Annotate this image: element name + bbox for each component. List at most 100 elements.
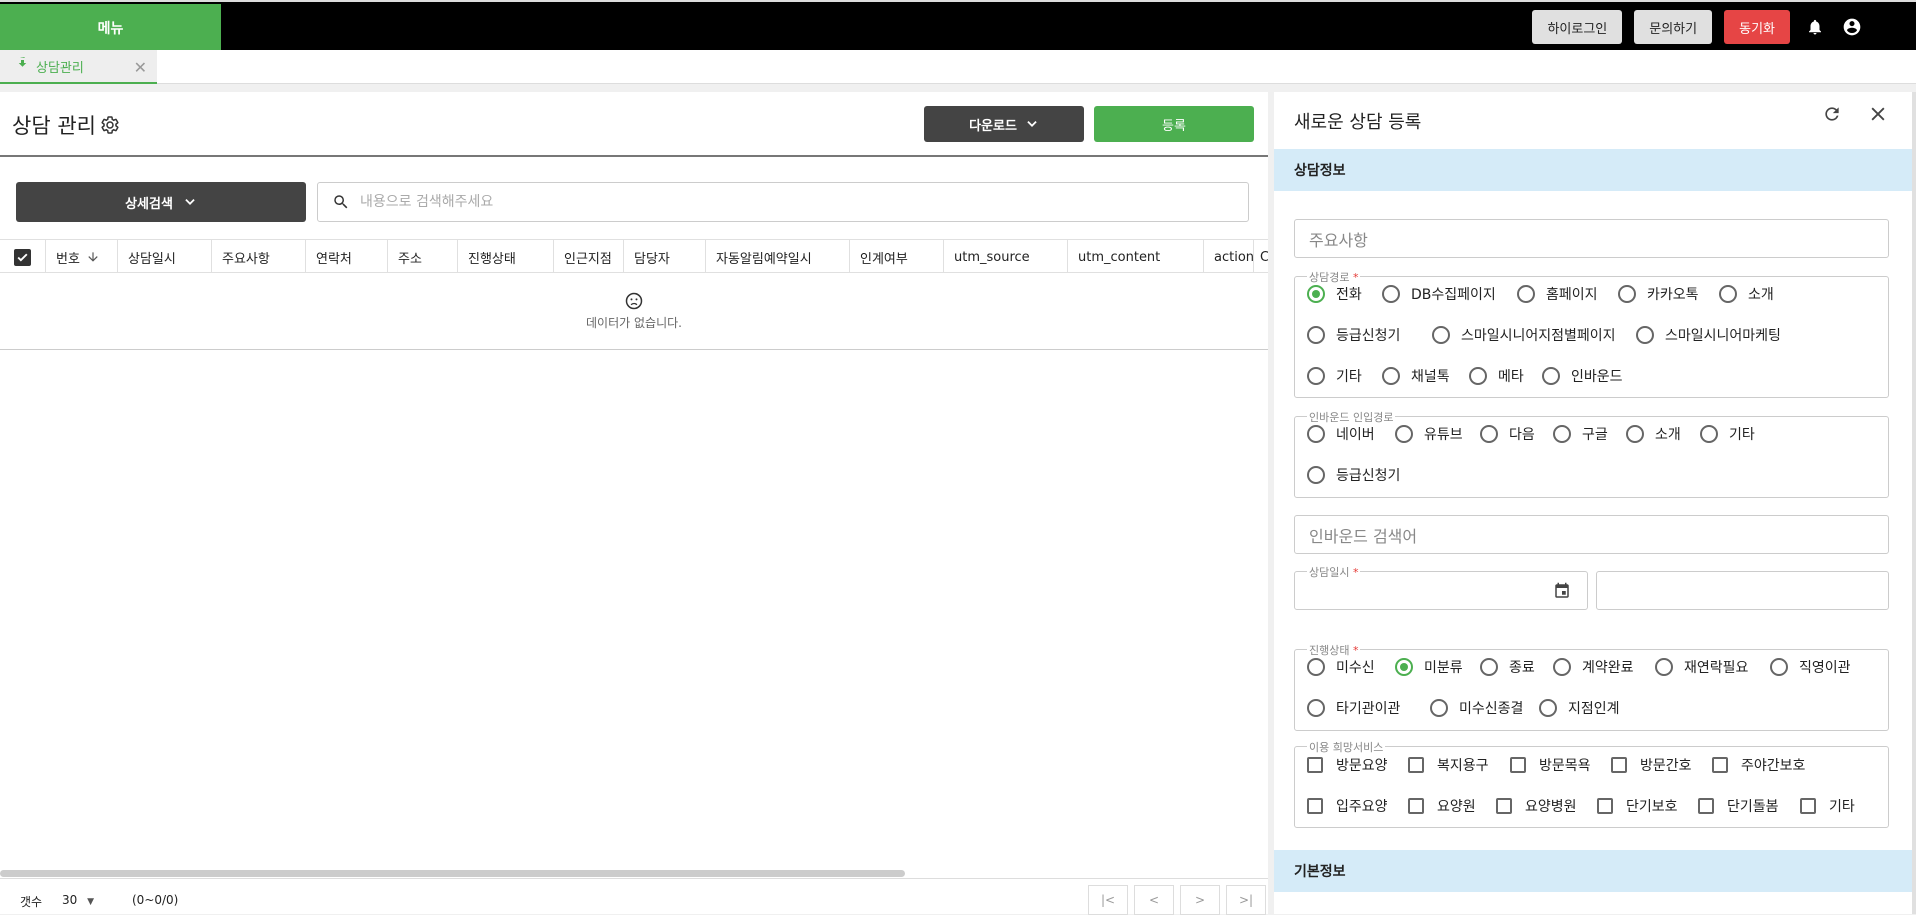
consultation-time-field[interactable] [1596, 571, 1889, 610]
table-footer: 갯수 30 ▼ (0~0/0) |< < > >| [0, 878, 1268, 915]
radio-option[interactable]: 전화 [1307, 284, 1362, 304]
horizontal-scrollbar[interactable] [0, 870, 905, 877]
column-header[interactable]: 담당자 [624, 240, 706, 272]
radio-option[interactable]: 미분류 [1395, 657, 1463, 677]
page-size-select[interactable]: 30 ▼ [62, 893, 94, 907]
radio-unchecked [1553, 425, 1571, 443]
radio-option[interactable]: 채널톡 [1382, 366, 1450, 386]
column-header[interactable]: 진행상태 [458, 240, 554, 272]
checkbox-label: 기타 [1829, 799, 1855, 815]
main-issue-field[interactable]: 주요사항 [1294, 219, 1889, 258]
tab-bar: 상담관리 ✕ [0, 50, 1916, 84]
menu-button[interactable]: 메뉴 [0, 4, 221, 52]
settings-gear-icon[interactable] [100, 115, 120, 135]
column-header-number[interactable]: 번호 [46, 240, 118, 272]
next-page-button[interactable]: > [1180, 885, 1220, 915]
radio-option[interactable]: 지점인계 [1539, 698, 1620, 718]
radio-option[interactable]: 소개 [1719, 284, 1774, 304]
tab-close-icon[interactable]: ✕ [134, 58, 147, 77]
radio-option[interactable]: 인바운드 [1542, 366, 1623, 386]
radio-label: 홈페이지 [1546, 287, 1598, 303]
radio-option[interactable]: 미수신종결 [1430, 698, 1523, 718]
checkbox-option[interactable]: 방문목욕 [1510, 755, 1591, 775]
checkbox-option[interactable]: 요양병원 [1496, 796, 1577, 816]
consultation-date-field[interactable]: 상담일시 * [1294, 564, 1588, 610]
close-icon[interactable] [1868, 104, 1888, 128]
radio-option[interactable]: DB수집페이지 [1382, 284, 1496, 304]
download-button[interactable]: 다운로드 [924, 106, 1084, 142]
last-page-button[interactable]: >| [1226, 885, 1266, 915]
calendar-icon[interactable] [1553, 582, 1571, 600]
column-header[interactable]: 상담일시 [118, 240, 212, 272]
hi-login-button[interactable]: 하이로그인 [1532, 10, 1623, 44]
column-header[interactable]: utm_source [944, 240, 1068, 272]
checkbox-label: 방문목욕 [1539, 758, 1591, 774]
checkbox-unchecked [1800, 798, 1816, 814]
column-header[interactable]: C [1254, 240, 1268, 272]
prev-page-button[interactable]: < [1134, 885, 1174, 915]
right-panel-scrollbar[interactable] [1912, 92, 1916, 914]
column-header[interactable]: 인근지점 [554, 240, 624, 272]
radio-option[interactable]: 다음 [1480, 424, 1535, 444]
column-header[interactable]: utm_content [1068, 240, 1204, 272]
radio-option[interactable]: 계약완료 [1553, 657, 1634, 677]
radio-checked [1395, 658, 1413, 676]
radio-option[interactable]: 유튜브 [1395, 424, 1463, 444]
checkbox-option[interactable]: 방문요양 [1307, 755, 1388, 775]
checkbox-option[interactable]: 기타 [1800, 796, 1855, 816]
radio-unchecked [1719, 285, 1737, 303]
register-button[interactable]: 등록 [1094, 106, 1254, 142]
search-input[interactable] [360, 194, 1220, 210]
radio-option[interactable]: 메타 [1469, 366, 1524, 386]
checkbox-unchecked [1307, 798, 1323, 814]
radio-option[interactable]: 홈페이지 [1517, 284, 1598, 304]
bell-icon[interactable] [1802, 14, 1828, 40]
checkbox-option[interactable]: 복지용구 [1408, 755, 1489, 775]
first-page-button[interactable]: |< [1088, 885, 1128, 915]
checkbox-option[interactable]: 주야간보호 [1712, 755, 1805, 775]
inquiry-button[interactable]: 문의하기 [1634, 10, 1713, 44]
consultation-list-panel: 상담 관리 다운로드 등록 상세검색 번호 상담일시 주요사항 연락처 주소 진… [0, 92, 1268, 915]
account-circle-icon[interactable] [1839, 14, 1865, 40]
radio-option[interactable]: 스마일시니어지점별페이지 [1432, 325, 1616, 345]
radio-option[interactable]: 종료 [1480, 657, 1535, 677]
radio-option[interactable]: 미수신 [1307, 657, 1375, 677]
radio-option[interactable]: 스마일시니어마케팅 [1636, 325, 1781, 345]
select-all-checkbox[interactable] [0, 240, 46, 272]
radio-option[interactable]: 구글 [1553, 424, 1608, 444]
column-header[interactable]: 연락처 [306, 240, 388, 272]
radio-unchecked [1307, 425, 1325, 443]
radio-option[interactable]: 소개 [1626, 424, 1681, 444]
checkbox-option[interactable]: 단기돌봄 [1698, 796, 1779, 816]
column-header[interactable]: 자동알림예약일시 [706, 240, 850, 272]
checkbox-label: 단기돌봄 [1727, 799, 1779, 815]
radio-label: 카카오톡 [1647, 287, 1699, 303]
advanced-search-button[interactable]: 상세검색 [16, 182, 306, 222]
radio-option[interactable]: 등급신청기 [1307, 325, 1400, 345]
inbound-route-radio-group: 인바운드 인입경로 네이버 유튜브 다음 구글 소개 기타 등급신청기 [1294, 409, 1889, 498]
sync-button[interactable]: 동기화 [1724, 10, 1790, 44]
checkbox-option[interactable]: 입주요양 [1307, 796, 1388, 816]
radio-option[interactable]: 직영이관 [1770, 657, 1851, 677]
checkbox-option[interactable]: 단기보호 [1597, 796, 1678, 816]
inbound-keyword-field[interactable]: 인바운드 검색어 [1294, 515, 1889, 554]
radio-option[interactable]: 타기관이관 [1307, 698, 1400, 718]
radio-unchecked [1432, 326, 1450, 344]
checkbox-option[interactable]: 요양원 [1408, 796, 1476, 816]
checkbox-unchecked [1712, 757, 1728, 773]
radio-option[interactable]: 기타 [1700, 424, 1755, 444]
radio-option[interactable]: 등급신청기 [1307, 465, 1400, 485]
checkbox-option[interactable]: 방문간호 [1611, 755, 1692, 775]
column-header[interactable]: action [1204, 240, 1254, 272]
column-header[interactable]: 주소 [388, 240, 458, 272]
radio-option[interactable]: 네이버 [1307, 424, 1375, 444]
tab-consultation[interactable]: 상담관리 ✕ [0, 50, 157, 84]
radio-option[interactable]: 카카오톡 [1618, 284, 1699, 304]
column-header[interactable]: 인계여부 [850, 240, 944, 272]
radio-option[interactable]: 기타 [1307, 366, 1362, 386]
checkbox-unchecked [1611, 757, 1627, 773]
radio-option[interactable]: 재연락필요 [1655, 657, 1748, 677]
column-header[interactable]: 주요사항 [212, 240, 306, 272]
refresh-icon[interactable] [1822, 104, 1842, 128]
phone-callback-icon [18, 57, 27, 67]
